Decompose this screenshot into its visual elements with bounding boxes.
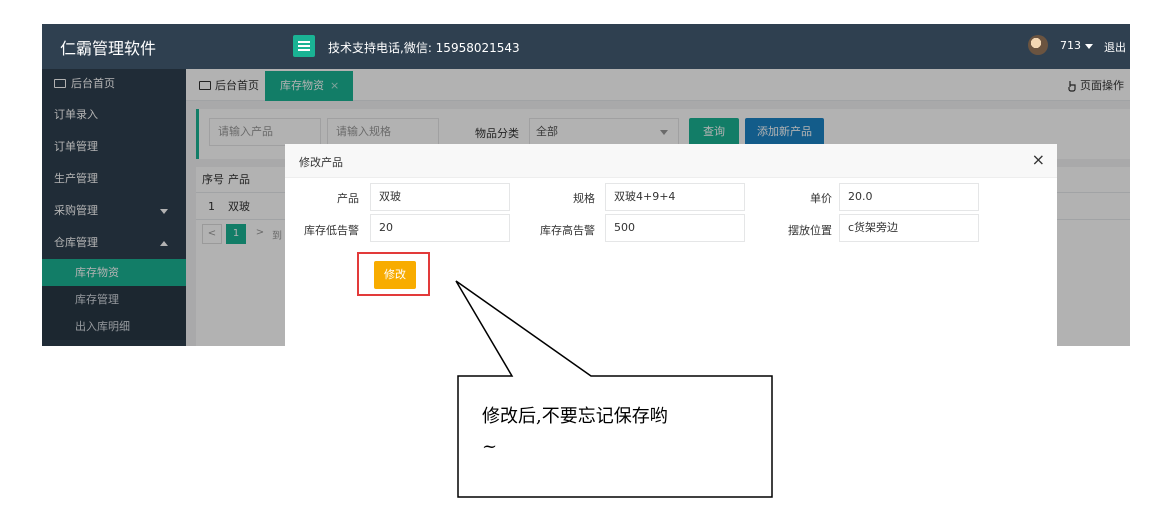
dialog-title: 修改产品	[299, 156, 343, 169]
menu-icon[interactable]	[293, 35, 315, 57]
price-input[interactable]: 20.0	[839, 183, 979, 211]
low-alert-input[interactable]: 20	[370, 214, 510, 242]
brand-title: 仁霸管理软件	[60, 39, 157, 58]
high-alert-input[interactable]: 500	[605, 214, 745, 242]
field-label-price: 单价	[810, 192, 832, 205]
avatar[interactable]	[1028, 35, 1048, 55]
field-label-low-alert: 库存低告警	[304, 224, 359, 237]
dialog-header: 修改产品 ×	[285, 144, 1057, 178]
username-label: 713	[1060, 39, 1081, 52]
callout-text: 修改后,不要忘记保存哟 ~	[482, 402, 762, 462]
field-label-spec: 规格	[573, 192, 595, 205]
spec-input[interactable]: 双玻4+9+4	[605, 183, 745, 211]
location-input[interactable]: c货架旁边	[839, 214, 979, 242]
edit-product-dialog: 修改产品 × 产品 双玻 规格 双玻4+9+4 单价 20.0 库存低告警 20…	[285, 144, 1057, 346]
caret-down-icon	[1085, 43, 1093, 49]
save-button-highlight	[357, 252, 430, 296]
logout-link[interactable]: 退出	[1104, 39, 1126, 55]
user-menu[interactable]: 713	[1060, 39, 1093, 52]
field-label-high-alert: 库存高告警	[540, 224, 595, 237]
top-navbar: 仁霸管理软件 技术支持电话,微信: 15958021543 713 退出	[42, 24, 1130, 69]
field-label-product: 产品	[337, 192, 359, 205]
callout-text-line1: 修改后,不要忘记保存哟	[482, 406, 668, 427]
field-label-location: 摆放位置	[788, 224, 832, 237]
support-contact-text: 技术支持电话,微信: 15958021543	[328, 41, 520, 55]
product-input[interactable]: 双玻	[370, 183, 510, 211]
callout-text-line2: ~	[482, 436, 498, 457]
close-icon[interactable]: ×	[1032, 150, 1045, 169]
